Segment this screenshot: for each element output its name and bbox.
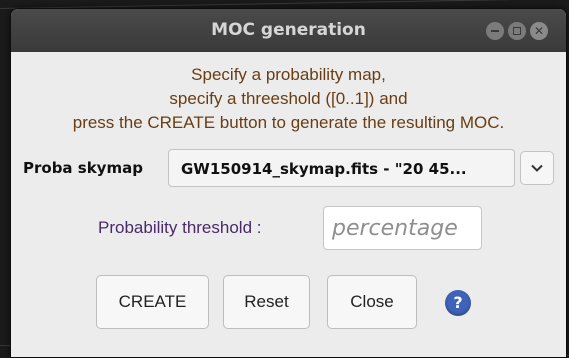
instructions-text: Specify a probability map, specify a thr… bbox=[11, 63, 566, 135]
instructions-line: press the CREATE button to generate the … bbox=[72, 113, 505, 132]
close-icon[interactable]: ✕ bbox=[530, 22, 548, 40]
instructions-line: Specify a probability map, bbox=[191, 65, 386, 84]
probability-threshold-input[interactable] bbox=[323, 206, 482, 250]
help-icon[interactable]: ? bbox=[445, 290, 471, 316]
create-button[interactable]: CREATE bbox=[96, 275, 209, 329]
chevron-down-icon bbox=[531, 164, 543, 172]
maximize-icon[interactable] bbox=[508, 22, 526, 40]
probability-threshold-label: Probability threshold : bbox=[98, 218, 262, 237]
proba-skymap-selected-value: GW150914_skymap.fits - "20 45... bbox=[181, 160, 467, 178]
instructions-line: specify a threeshold ([0..1]) and bbox=[169, 89, 408, 108]
proba-skymap-dropdown-button[interactable] bbox=[520, 151, 554, 185]
proba-skymap-label: Proba skymap bbox=[23, 159, 143, 177]
close-button[interactable]: Close bbox=[327, 275, 417, 329]
window-title: MOC generation bbox=[211, 20, 366, 40]
proba-skymap-row: Proba skymap GW150914_skymap.fits - "20 … bbox=[11, 149, 566, 189]
reset-button[interactable]: Reset bbox=[223, 275, 310, 329]
moc-generation-dialog: MOC generation ✕ Specify a probability m… bbox=[10, 8, 567, 358]
minimize-icon[interactable] bbox=[486, 22, 504, 40]
titlebar[interactable]: MOC generation ✕ bbox=[11, 9, 566, 52]
proba-skymap-select[interactable]: GW150914_skymap.fits - "20 45... bbox=[168, 149, 515, 187]
